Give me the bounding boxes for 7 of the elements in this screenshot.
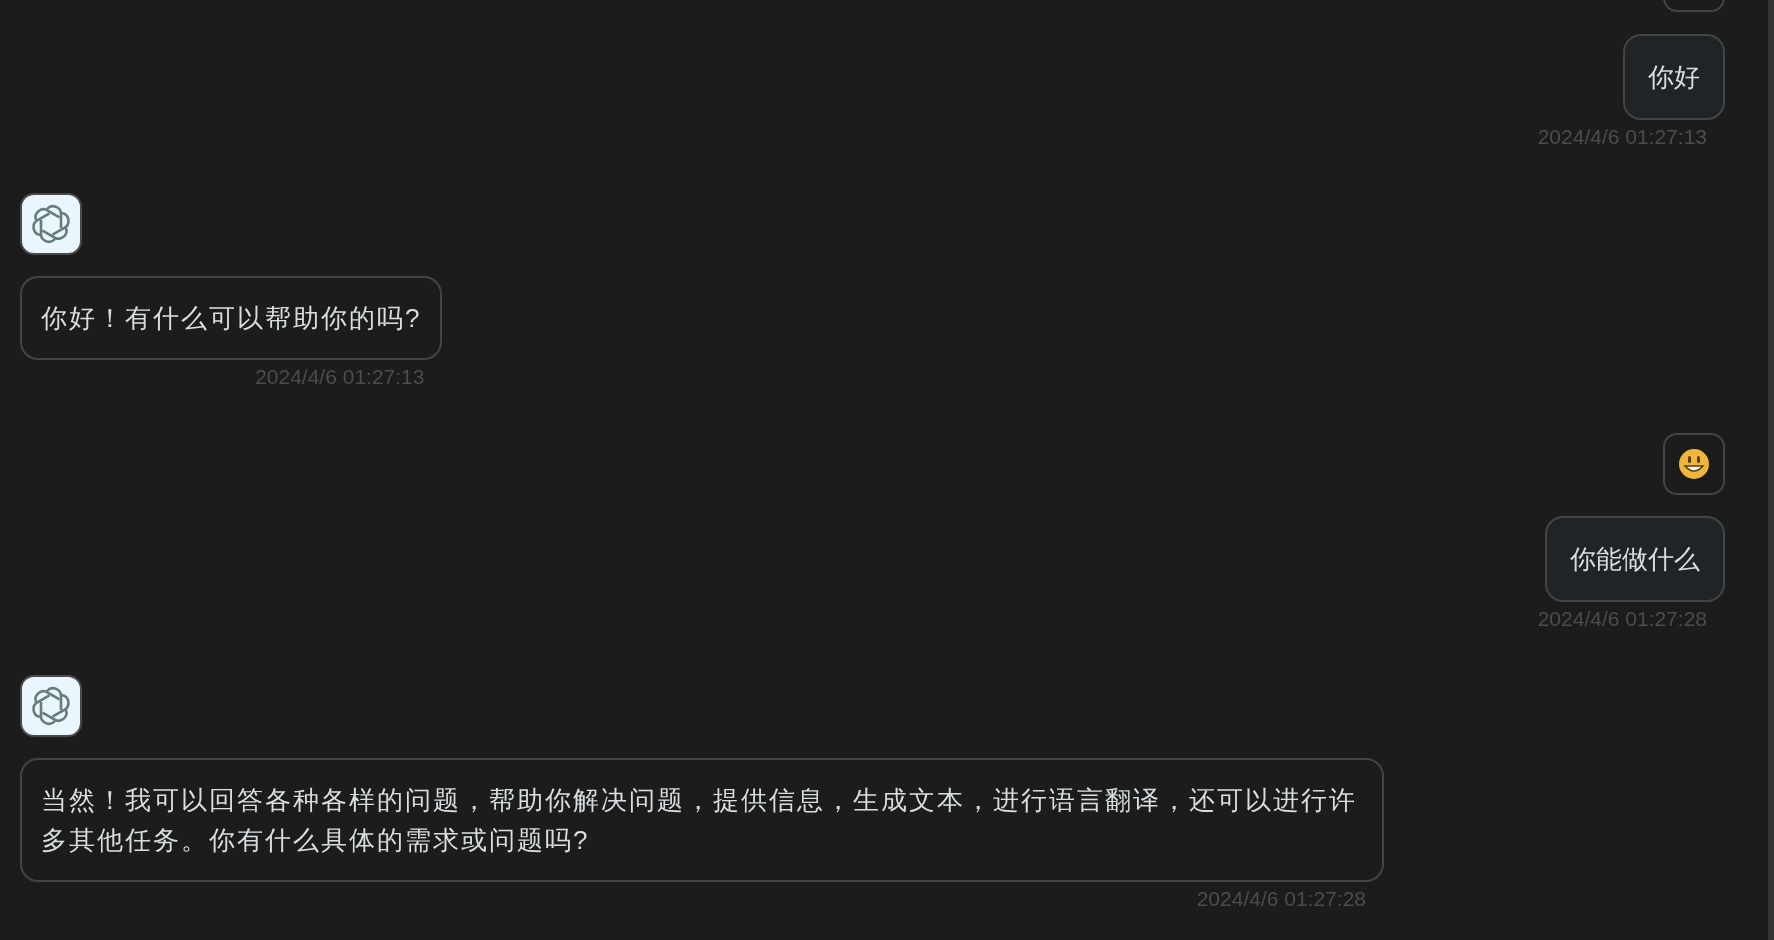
knot-icon — [31, 686, 71, 726]
message-bubble: 当然！我可以回答各种各样的问题，帮助你解决问题，提供信息，生成文本，进行语言翻译，还可以进行许多其他任务。你有什么具体的需求或问题吗? — [20, 758, 1384, 882]
knot-icon — [31, 204, 71, 244]
message-bubble: 你好！有什么可以帮助你的吗? — [20, 276, 443, 360]
message-bubble: 你好 — [1623, 34, 1725, 120]
smiley-icon — [1678, 448, 1710, 480]
message-bubble: 你能做什么 — [1545, 516, 1725, 602]
